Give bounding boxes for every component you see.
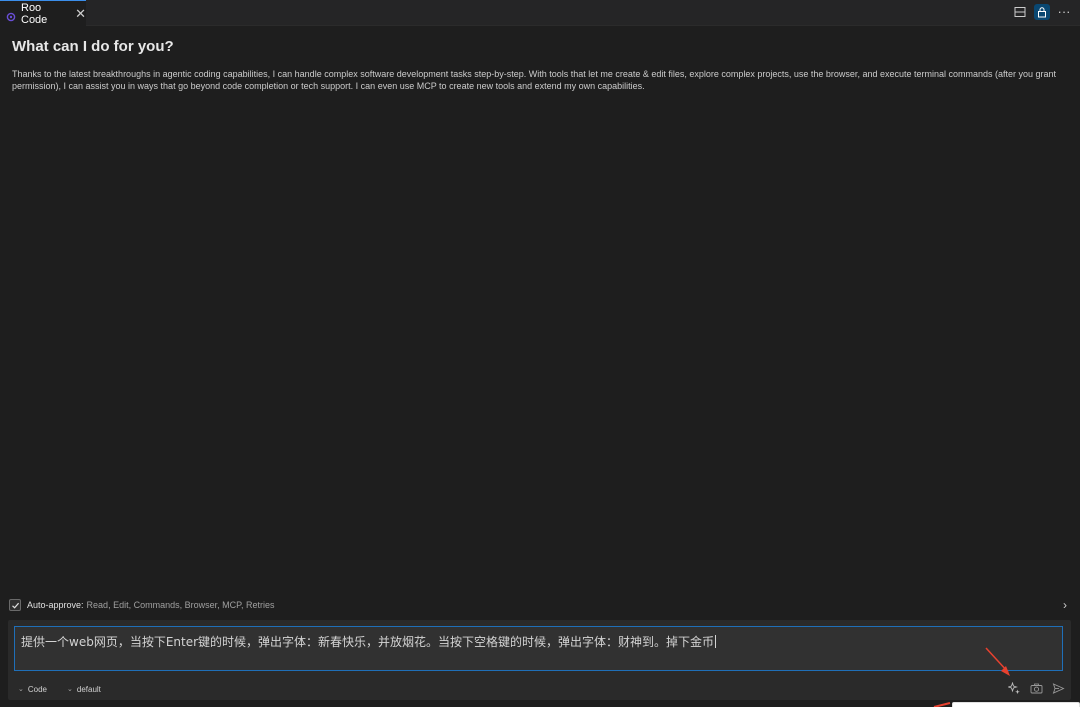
chevron-right-icon[interactable]: › xyxy=(1063,598,1067,612)
chat-input-text: 提供一个web网页，当按下Enter键的时候，弹出字体：新春快乐，并放烟花。当按… xyxy=(21,635,715,649)
profile-select-value: default xyxy=(76,684,101,694)
input-toolbar xyxy=(1007,681,1065,695)
split-editor-icon[interactable] xyxy=(1012,4,1028,20)
page-title: What can I do for you? xyxy=(12,38,174,55)
annotation-callout xyxy=(952,702,1080,707)
auto-approve-label: Auto-approve: xyxy=(27,600,84,610)
chevron-down-icon: ⌄ xyxy=(67,686,73,693)
tab-label: Roo Code xyxy=(21,1,48,26)
text-caret xyxy=(715,635,717,648)
send-icon xyxy=(1052,682,1065,694)
add-image-button[interactable] xyxy=(1029,681,1043,695)
close-icon[interactable]: ✕ xyxy=(75,7,86,20)
editor-tab-bar: Roo Code ✕ ··· xyxy=(0,0,1080,26)
send-button[interactable] xyxy=(1051,681,1065,695)
tab-actions: ··· xyxy=(1012,4,1072,20)
intro-text: Thanks to the latest breakthroughs in ag… xyxy=(12,69,1057,91)
chevron-down-icon: ⌄ xyxy=(18,686,24,693)
more-actions-icon[interactable]: ··· xyxy=(1056,4,1072,20)
auto-approve-items[interactable]: Read, Edit, Commands, Browser, MCP, Retr… xyxy=(87,600,275,610)
lock-icon[interactable] xyxy=(1034,4,1050,20)
check-icon xyxy=(11,602,19,609)
input-bottom-bar: ⌄ Code ⌄ default xyxy=(18,682,101,696)
mode-select[interactable]: ⌄ Code xyxy=(18,685,47,694)
roo-logo-icon xyxy=(6,9,16,21)
auto-approve-checkbox[interactable] xyxy=(9,599,21,611)
enhance-prompt-button[interactable] xyxy=(1007,681,1021,695)
mode-select-value: Code xyxy=(27,684,47,694)
tab-roo-code[interactable]: Roo Code ✕ xyxy=(0,0,86,26)
chat-input-panel: 提供一个web网页，当按下Enter键的时候，弹出字体：新春快乐，并放烟花。当按… xyxy=(8,620,1071,700)
sparkle-icon xyxy=(1007,681,1020,694)
camera-icon xyxy=(1030,683,1042,693)
auto-approve-row: Auto-approve: Read, Edit, Commands, Brow… xyxy=(9,598,1071,612)
chat-input[interactable]: 提供一个web网页，当按下Enter键的时候，弹出字体：新春快乐，并放烟花。当按… xyxy=(14,626,1063,671)
profile-select[interactable]: ⌄ default xyxy=(67,685,101,694)
